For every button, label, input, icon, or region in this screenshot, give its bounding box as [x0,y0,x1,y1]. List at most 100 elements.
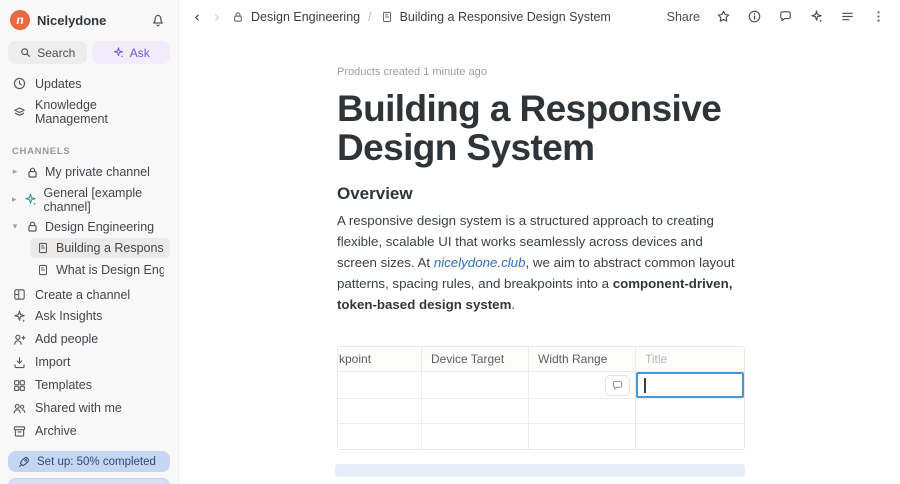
overview-paragraph[interactable]: A responsive design system is a structur… [337,210,743,315]
setup-progress-banner[interactable]: Set up: 50% completed [8,451,170,472]
column-header-device-target[interactable]: Device Target [422,347,529,373]
workspace-name: Nicelydone [37,12,107,28]
breadcrumb-channel[interactable]: Design Engineering [251,10,360,24]
create-channel-button[interactable]: Create a channel [0,284,178,305]
table-cell[interactable] [422,424,529,450]
column-header-width-range[interactable]: Width Range [529,347,636,373]
quick-actions: Search Ask [0,37,178,64]
page-label: Building a Responsive De.. [56,241,164,256]
sidebar-item-shared-with-me[interactable]: Shared with me [0,397,178,419]
table-row [338,424,744,450]
sidebar-item-label: Templates [35,378,92,392]
page-title[interactable]: Building a Responsive Design System [337,89,757,168]
sidebar-item-label: Import [35,355,71,369]
lock-icon [25,165,40,180]
search-label: Search [37,45,76,60]
selection-highlight-strip[interactable] [335,464,745,478]
focused-table-cell[interactable] [605,372,744,400]
topbar: ‹ › Design Engineering / Building a Resp… [179,0,900,33]
breadcrumb-page[interactable]: Building a Responsive Design System [400,10,611,24]
search-button[interactable]: Search [8,41,87,64]
comment-bubble-button[interactable] [605,375,630,397]
bottom-banner-partial[interactable] [8,478,170,484]
share-button[interactable]: Share [667,10,700,24]
import-icon [12,355,27,370]
back-icon[interactable]: ‹ [191,8,203,26]
workspace-logo: n [10,10,30,30]
comments-icon[interactable] [778,9,793,24]
app-window: n Nicelydone Search Ask Updates Knowledg… [0,0,900,484]
channel-my-private[interactable]: ▸ My private channel [0,162,178,183]
setup-progress-label: Set up: 50% completed [37,455,156,468]
lock-icon [25,219,40,234]
table-cell[interactable] [422,372,529,400]
bell-icon[interactable] [150,12,166,28]
column-header-title[interactable]: Title [636,347,744,373]
table-cell[interactable] [422,399,529,425]
sidebar-item-add-people[interactable]: Add people [0,328,178,350]
breakpoints-table[interactable]: kpoint Device Target Width Range Title [337,346,745,451]
paragraph-text: . [511,297,516,313]
info-icon[interactable] [747,9,762,24]
inline-link[interactable]: nicelydone.club [434,255,526,270]
ai-sparkle-icon[interactable] [809,9,824,24]
table-cell[interactable] [529,399,636,425]
channel-design-engineering[interactable]: ▾ Design Engineering [0,217,178,238]
sidebar-item-label: Updates [35,76,82,91]
archive-icon [12,424,27,439]
channels-section-header: CHANNELS [12,146,71,157]
search-icon [19,46,32,59]
table-cell[interactable] [636,399,744,425]
table-cell[interactable] [338,399,422,425]
page-item-building-responsive[interactable]: Building a Responsive De.. [30,238,170,259]
sidebar-nav: Updates Knowledge Management [0,73,178,129]
table-cell[interactable] [636,424,744,450]
chevron-down-icon[interactable]: ▾ [10,222,20,232]
ask-button[interactable]: Ask [91,41,170,64]
more-options-icon[interactable] [871,9,886,24]
sidebar-item-ask-insights[interactable]: Ask Insights [0,305,178,327]
main-area: ‹ › Design Engineering / Building a Resp… [179,0,900,484]
page-icon [36,263,50,277]
column-header-breakpoint[interactable]: kpoint [338,347,422,373]
sidebar: n Nicelydone Search Ask Updates Knowledg… [0,0,179,484]
table-cell[interactable] [529,424,636,450]
sidebar-item-knowledge-management[interactable]: Knowledge Management [0,95,178,129]
text-cursor [644,378,646,394]
table-cell[interactable] [338,424,422,450]
people-icon [12,401,27,416]
chevron-right-icon[interactable]: ▸ [10,195,18,205]
sidebar-item-archive[interactable]: Archive [0,420,178,442]
ask-label: Ask [129,45,150,60]
breadcrumb-separator: / [368,9,372,24]
person-plus-icon [12,332,27,347]
outline-icon[interactable] [840,9,855,24]
sidebar-item-import[interactable]: Import [0,351,178,373]
workspace-header[interactable]: n Nicelydone [0,0,178,37]
channel-label: Design Engineering [45,219,155,234]
chevron-right-icon[interactable]: ▸ [10,167,20,177]
sidebar-item-templates[interactable]: Templates [0,374,178,396]
layers-icon [12,105,27,120]
sparkle-icon [12,309,27,324]
templates-icon [12,378,27,393]
sparkle-icon [112,46,125,59]
topbar-actions: Share [667,9,886,24]
forward-icon[interactable]: › [211,8,223,26]
page-icon [380,10,394,24]
lock-icon [231,10,245,24]
sidebar-item-label: Shared with me [35,401,122,415]
rocket-icon [17,455,31,469]
sparkle-teal-icon [23,192,38,207]
section-heading[interactable]: Overview [337,184,900,204]
table-header-row: kpoint Device Target Width Range Title [338,347,744,373]
page-item-what-is-design-eng[interactable]: What is Design Engineerin.. [30,260,170,280]
table-row [338,372,744,400]
channel-label: My private channel [45,165,150,180]
channel-general[interactable]: ▸ General [example channel] [0,183,178,217]
sidebar-item-label: Knowledge Management [35,98,108,126]
sidebar-item-label: Add people [35,332,99,346]
table-cell[interactable] [338,372,422,400]
sidebar-item-updates[interactable]: Updates [0,73,178,94]
star-icon[interactable] [716,9,731,24]
